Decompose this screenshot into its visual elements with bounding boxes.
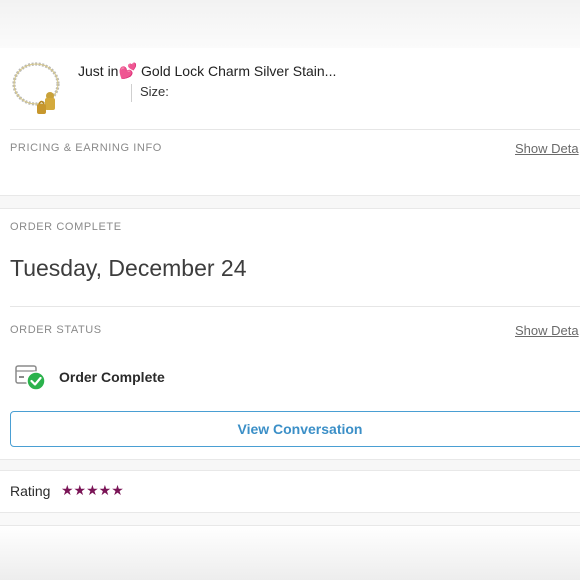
pricing-show-details-link[interactable]: Show Deta: [515, 141, 579, 156]
order-status-show-details-link[interactable]: Show Deta: [515, 323, 579, 338]
product-title-prefix: Just in: [78, 63, 119, 79]
product-title-text: Gold Lock Charm Silver Stain...: [137, 63, 337, 79]
section-separator-band: [0, 459, 580, 471]
bracelet-image: [12, 62, 60, 114]
bottom-overlay: [0, 526, 580, 580]
section-separator-band: [0, 195, 580, 209]
order-status-label: ORDER STATUS: [10, 324, 102, 336]
section-separator-band: [0, 512, 580, 526]
order-status-text: Order Complete: [59, 369, 165, 385]
product-thumbnail[interactable]: [10, 58, 66, 120]
divider: [10, 129, 580, 130]
order-complete-label: ORDER COMPLETE: [10, 221, 122, 233]
pricing-section-label: PRICING & EARNING INFO: [10, 142, 162, 154]
size-separator: [131, 84, 132, 102]
view-conversation-button[interactable]: View Conversation: [10, 411, 580, 447]
size-label: Size:: [140, 84, 169, 99]
product-title[interactable]: Just in💕 Gold Lock Charm Silver Stain...: [78, 62, 336, 80]
order-complete-icon: [14, 362, 48, 392]
rating-stars: ★★★★★: [61, 482, 124, 498]
rating-label: Rating: [10, 483, 51, 499]
top-overlay: [0, 0, 580, 48]
divider: [10, 306, 580, 307]
heart-emoji-icon: 💕: [118, 63, 138, 80]
order-date: Tuesday, December 24: [10, 255, 247, 281]
